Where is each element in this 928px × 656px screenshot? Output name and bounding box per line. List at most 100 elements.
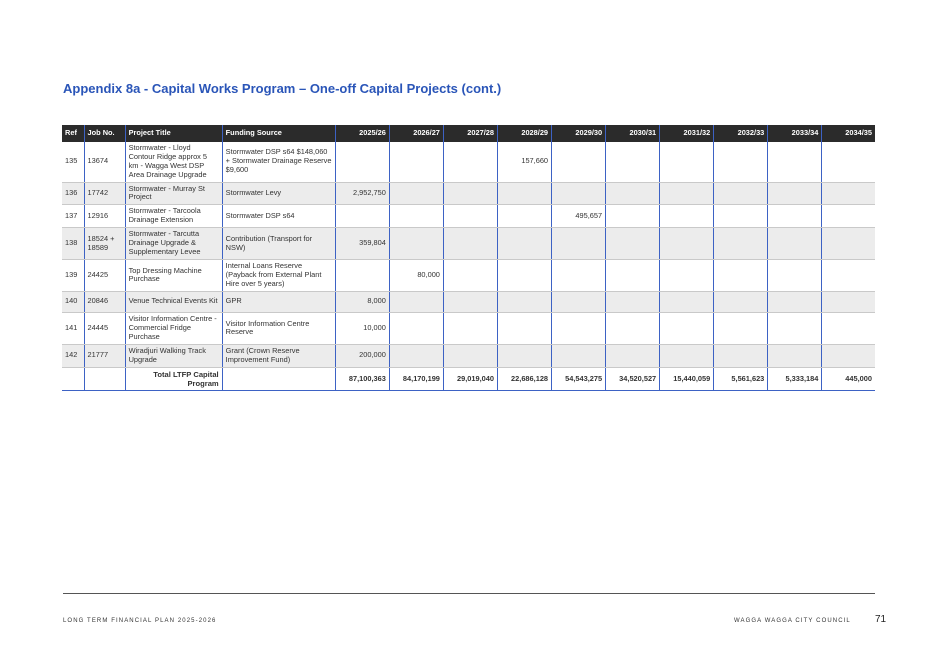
amount-cell <box>388 312 444 345</box>
job-number-cell: 13674 <box>83 142 126 183</box>
funding-source-cell: Visitor Information Centre Reserve <box>221 312 336 345</box>
table-row: 141 24445 Visitor Information Centre - C… <box>62 312 875 345</box>
amount-cell <box>821 227 875 260</box>
amount-cell <box>551 227 606 260</box>
funding-source-cell: GPR <box>221 291 336 313</box>
ref-cell: 141 <box>62 312 85 345</box>
amount-cell <box>551 312 606 345</box>
project-title-cell: Wiradjuri Walking Track Upgrade <box>124 344 223 368</box>
amount-cell <box>767 182 822 206</box>
amount-cell <box>767 204 822 229</box>
amount-cell <box>659 182 714 206</box>
table-row: 136 17742 Stormwater - Murray St Project… <box>62 182 875 206</box>
total-label: Total LTFP Capital Program <box>124 367 223 392</box>
job-number-cell: 20846 <box>83 291 126 313</box>
amount-cell <box>442 204 498 229</box>
table-row: 142 21777 Wiradjuri Walking Track Upgrad… <box>62 344 875 368</box>
table-row: 138 18524 + 18589 Stormwater - Tarcutta … <box>62 227 875 260</box>
amount-cell: 157,660 <box>496 142 552 183</box>
footer-council-name: WAGGA WAGGA CITY COUNCIL <box>734 618 851 624</box>
amount-cell <box>388 344 444 368</box>
page-title: Appendix 8a - Capital Works Program – On… <box>63 81 502 96</box>
amount-cell <box>496 227 552 260</box>
amount-cell <box>713 312 768 345</box>
ref-cell: 138 <box>62 227 85 260</box>
amount-cell <box>442 227 498 260</box>
amount-cell <box>713 142 768 183</box>
job-number-cell: 21777 <box>83 344 126 368</box>
amount-cell <box>605 291 660 313</box>
amount-cell <box>442 142 498 183</box>
ref-cell: 137 <box>62 204 85 229</box>
amount-cell <box>551 182 606 206</box>
total-amount-cell: 5,561,623 <box>713 367 768 392</box>
amount-cell <box>496 204 552 229</box>
amount-cell <box>767 259 822 292</box>
total-amount-cell: 15,440,059 <box>659 367 714 392</box>
column-header: 2034/35 <box>821 125 875 142</box>
ref-cell: 136 <box>62 182 85 206</box>
column-header: 2026/27 <box>388 125 444 142</box>
amount-cell <box>659 227 714 260</box>
footer-divider <box>63 593 875 594</box>
table-row: 137 12916 Stormwater - Tarcoola Drainage… <box>62 204 875 229</box>
amount-cell <box>605 142 660 183</box>
ref-cell: 142 <box>62 344 85 368</box>
amount-cell <box>659 142 714 183</box>
amount-cell <box>821 204 875 229</box>
amount-cell: 495,657 <box>551 204 606 229</box>
funding-source-cell: Stormwater Levy <box>221 182 336 206</box>
amount-cell <box>551 259 606 292</box>
amount-cell <box>442 259 498 292</box>
amount-cell <box>821 312 875 345</box>
amount-cell <box>767 291 822 313</box>
amount-cell: 80,000 <box>388 259 444 292</box>
funding-source-cell: Stormwater DSP s64 $148,060 + Stormwater… <box>221 142 336 183</box>
project-title-cell: Stormwater - Lloyd Contour Ridge approx … <box>124 142 223 183</box>
total-amount-cell: 34,520,527 <box>605 367 660 392</box>
amount-cell <box>659 291 714 313</box>
amount-cell <box>821 291 875 313</box>
amount-cell <box>713 291 768 313</box>
amount-cell <box>821 344 875 368</box>
amount-cell <box>605 182 660 206</box>
table-row: 139 24425 Top Dressing Machine Purchase … <box>62 259 875 292</box>
amount-cell <box>334 204 390 229</box>
amount-cell <box>334 259 390 292</box>
amount-cell <box>605 227 660 260</box>
amount-cell <box>496 312 552 345</box>
ref-cell: 140 <box>62 291 85 313</box>
amount-cell <box>605 312 660 345</box>
column-header: 2028/29 <box>496 125 552 142</box>
ref-cell: 139 <box>62 259 85 292</box>
amount-cell <box>659 344 714 368</box>
column-header: Project Title <box>124 125 223 142</box>
column-header: Funding Source <box>221 125 336 142</box>
total-amount-cell: 54,543,275 <box>551 367 606 392</box>
total-amount-cell: 87,100,363 <box>334 367 390 392</box>
column-header: 2032/33 <box>713 125 768 142</box>
amount-cell <box>334 142 390 183</box>
amount-cell: 10,000 <box>334 312 390 345</box>
funding-source-cell: Stormwater DSP s64 <box>221 204 336 229</box>
project-title-cell: Top Dressing Machine Purchase <box>124 259 223 292</box>
total-amount-cell: 29,019,040 <box>442 367 498 392</box>
column-header: 2027/28 <box>442 125 498 142</box>
empty-cell <box>221 367 336 392</box>
amount-cell <box>821 259 875 292</box>
amount-cell <box>551 142 606 183</box>
amount-cell <box>767 312 822 345</box>
amount-cell <box>767 344 822 368</box>
empty-cell <box>83 367 126 392</box>
amount-cell <box>496 344 552 368</box>
amount-cell <box>388 182 444 206</box>
amount-cell <box>551 291 606 313</box>
amount-cell <box>388 204 444 229</box>
amount-cell <box>496 291 552 313</box>
job-number-cell: 17742 <box>83 182 126 206</box>
funding-source-cell: Contribution (Transport for NSW) <box>221 227 336 260</box>
project-title-cell: Stormwater - Tarcoola Drainage Extension <box>124 204 223 229</box>
table-row: 140 20846 Venue Technical Events Kit GPR… <box>62 291 875 313</box>
job-number-cell: 18524 + 18589 <box>83 227 126 260</box>
project-title-cell: Visitor Information Centre - Commercial … <box>124 312 223 345</box>
